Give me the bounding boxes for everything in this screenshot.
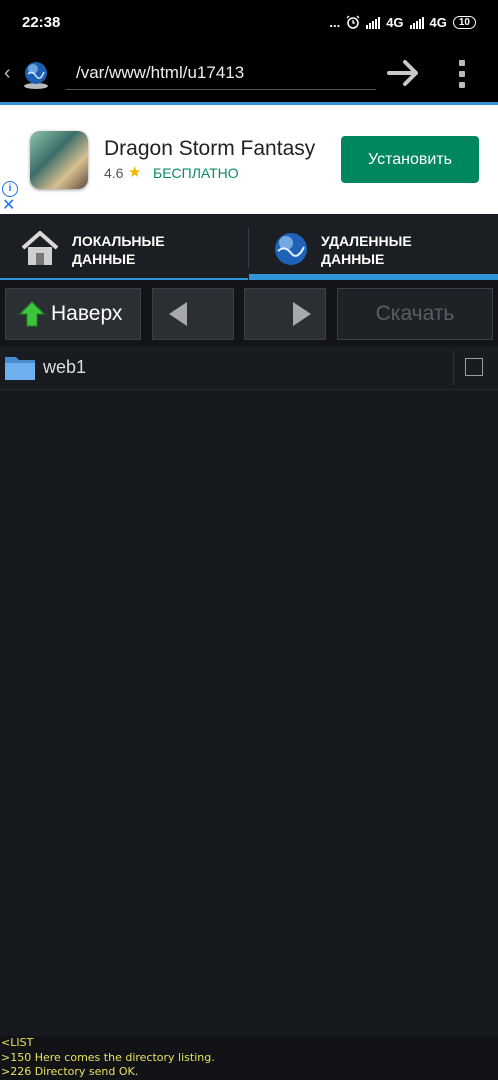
ad-price: БЕСПЛАТНО: [153, 165, 239, 181]
status-bar: 22:38 ... 4G 4G 10: [0, 0, 498, 44]
log-line: >150 Here comes the directory listing.: [1, 1050, 215, 1064]
globe-icon: [275, 233, 307, 265]
log-line: >226 Directory send OK.: [1, 1065, 139, 1078]
tab-remote-line2: ДАННЫЕ: [321, 251, 385, 267]
close-icon[interactable]: ✕: [2, 198, 15, 214]
triangle-right-icon: [293, 302, 311, 326]
tab-local-line1: ЛОКАЛЬНЫЕ: [72, 233, 165, 249]
overflow-menu-icon[interactable]: [452, 57, 472, 91]
network-type-2: 4G: [429, 14, 447, 30]
network-type-1: 4G: [386, 14, 404, 30]
globe-icon[interactable]: [20, 58, 52, 90]
path-bar: ‹ /var/www/html/u17413: [0, 44, 498, 102]
status-icons: ... 4G 4G 10: [329, 15, 476, 30]
triangle-left-icon: [169, 302, 187, 326]
tab-local-label: ЛОКАЛЬНЫЕ ДАННЫЕ: [72, 232, 165, 268]
file-name: web1: [43, 357, 87, 377]
info-icon[interactable]: i: [2, 181, 18, 197]
battery-icon: 10: [452, 15, 476, 29]
tab-local-line2: ДАННЫЕ: [72, 251, 136, 267]
ad-banner[interactable]: Dragon Storm Fantasy 4.6 ★ БЕСПЛАТНО Уст…: [0, 105, 498, 214]
command-log: <LIST >150 Here comes the directory list…: [0, 1036, 498, 1080]
download-button[interactable]: Скачать: [337, 288, 493, 340]
signal-icon: [409, 16, 424, 29]
tab-remote-line1: УДАЛЕННЫЕ: [321, 233, 412, 249]
arrow-up-icon: [19, 301, 45, 327]
select-checkbox[interactable]: [465, 358, 483, 376]
forward-button[interactable]: [244, 288, 326, 340]
status-dots: ...: [329, 14, 341, 30]
up-button-label: Наверх: [51, 302, 123, 325]
tab-local[interactable]: ЛОКАЛЬНЫЕ ДАННЫЕ: [0, 214, 248, 280]
download-button-label: Скачать: [375, 302, 455, 325]
alarm-icon: [346, 15, 360, 29]
list-item[interactable]: web1: [0, 346, 498, 390]
ad-title[interactable]: Dragon Storm Fantasy: [104, 137, 315, 161]
star-icon: ★: [128, 164, 142, 181]
log-line: <LIST: [1, 1036, 34, 1049]
tab-bar: ЛОКАЛЬНЫЕ ДАННЫЕ УДАЛЕННЫЕ ДАННЫЕ: [0, 214, 498, 280]
tab-remote[interactable]: УДАЛЕННЫЕ ДАННЫЕ: [249, 214, 498, 280]
signal-icon: [366, 16, 381, 29]
back-button[interactable]: [152, 288, 234, 340]
install-button[interactable]: Установить: [341, 136, 479, 183]
toolbar: Наверх Скачать: [0, 280, 498, 346]
house-icon: [21, 231, 59, 265]
app-thumbnail[interactable]: [30, 131, 88, 189]
battery-level: 10: [458, 16, 470, 28]
ad-rating: 4.6: [104, 165, 124, 181]
tab-remote-label: УДАЛЕННЫЕ ДАННЫЕ: [321, 232, 412, 268]
arrow-right-icon[interactable]: [386, 57, 422, 89]
up-button[interactable]: Наверх: [5, 288, 141, 340]
path-input[interactable]: /var/www/html/u17413: [66, 56, 376, 90]
folder-icon: [5, 357, 35, 380]
row-divider: [453, 350, 454, 385]
status-time: 22:38: [22, 13, 61, 31]
